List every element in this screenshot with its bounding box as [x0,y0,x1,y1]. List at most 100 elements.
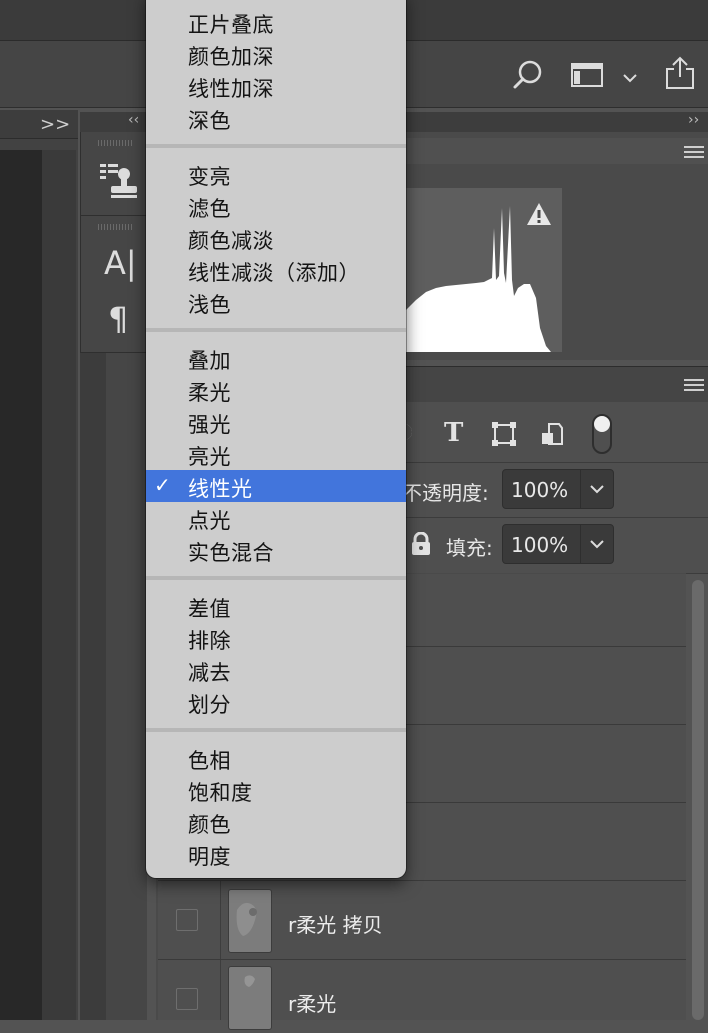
panel-grip[interactable] [98,224,134,230]
blend-mode-item[interactable]: 浅色 [146,286,406,318]
opacity-label: 不透明度: [402,481,489,505]
blend-mode-item[interactable]: 亮光 [146,438,406,470]
blend-mode-item[interactable]: 深色 [146,102,406,134]
blend-mode-item[interactable]: 强光 [146,406,406,438]
blend-mode-label: 实色混合 [188,541,274,565]
blend-mode-label: 柔光 [188,381,231,405]
blend-mode-label: 变亮 [188,165,231,189]
expand-left-button[interactable]: ‹‹ [128,112,139,128]
fill-label: 填充: [446,536,493,560]
blend-mode-label: 强光 [188,413,231,437]
collapse-panels-button[interactable]: >> [40,114,70,135]
blend-mode-label: 饱和度 [188,781,253,805]
blend-mode-label: 划分 [188,693,231,717]
share-icon[interactable] [664,55,696,95]
canvas-gutter [42,150,76,1020]
layer-row-divider [220,881,221,959]
collapse-right-button[interactable]: ›› [688,112,699,128]
opacity-dropdown[interactable] [580,470,613,508]
clone-source-icon[interactable] [98,160,138,204]
blend-mode-item[interactable]: 颜色加深 [146,38,406,70]
document-canvas[interactable] [0,150,42,1020]
paragraph-panel-icon[interactable]: ¶ [108,300,128,338]
layer-name: r柔光 [288,992,337,1016]
blend-mode-item[interactable]: 正片叠底 [146,6,406,38]
blend-mode-label: 线性光 [188,477,253,501]
warning-icon[interactable] [526,202,552,230]
blend-mode-item[interactable]: 颜色 [146,806,406,838]
blend-mode-item[interactable]: 叠加 [146,342,406,374]
blend-mode-item[interactable]: 线性减淡（添加） [146,254,406,286]
blend-mode-item[interactable]: 变亮 [146,158,406,190]
blend-mode-item[interactable]: 差值 [146,590,406,622]
blend-mode-item[interactable]: 划分 [146,686,406,718]
layer-row[interactable]: r柔光 [158,960,686,1030]
fill-row: 填充: 100% [406,518,708,574]
blend-mode-item[interactable]: 实色混合 [146,534,406,566]
blend-mode-item[interactable]: 饱和度 [146,774,406,806]
blend-mode-item[interactable]: 柔光 [146,374,406,406]
lock-icon[interactable] [410,531,432,560]
layer-row-divider [220,960,221,1020]
shape-filter-icon[interactable] [492,422,516,450]
menu-separator [146,144,406,148]
blend-mode-item[interactable]: 线性加深 [146,70,406,102]
panel-menu-icon[interactable] [684,146,704,158]
blend-mode-label: 颜色加深 [188,45,274,69]
opacity-field[interactable]: 100% [502,469,614,509]
blend-mode-label: 点光 [188,509,231,533]
blend-mode-item[interactable]: 滤色 [146,190,406,222]
blend-mode-label: 差值 [188,597,231,621]
layer-thumbnail[interactable] [228,966,272,1030]
panel-gutter [80,353,106,1020]
blend-mode-menu: 正片叠底颜色加深线性加深深色变亮 滤色颜色减淡线性减淡（添加） 浅色叠加柔光强光亮光… [146,0,406,878]
blend-mode-item-selected[interactable]: ✓ 线性光 [146,470,406,502]
character-panel-icon[interactable]: A| [104,244,137,282]
blend-mode-label: 减去 [188,661,231,685]
menu-separator [146,328,406,332]
blend-mode-label: 浅色 [188,293,231,317]
blend-mode-label: 明度 [188,845,231,869]
blend-mode-label: 线性减淡（添加） [188,261,360,285]
blend-mode-label: 排除 [188,629,231,653]
panel-divider [80,215,146,216]
blend-mode-label: 亮光 [188,445,231,469]
opacity-row: 不透明度: 100% [402,463,708,518]
layer-name: r柔光 拷贝 [288,913,383,937]
checkmark-icon: ✓ [154,473,171,497]
layer-filter-bar: T [396,402,708,463]
blend-mode-label: 线性加深 [188,77,274,101]
type-filter-icon[interactable]: T [444,418,463,448]
filter-toggle-switch[interactable] [592,414,612,458]
opacity-value[interactable]: 100% [511,478,568,502]
layer-visibility-toggle[interactable] [176,909,198,931]
left-panel-header: >> [0,110,78,139]
layer-visibility-toggle[interactable] [176,988,198,1010]
blend-mode-item[interactable]: 点光 [146,502,406,534]
blend-mode-label: 正片叠底 [188,13,274,37]
panel-grip[interactable] [98,140,134,146]
layers-panel-header [406,366,708,403]
blend-mode-item[interactable]: 明度 [146,838,406,870]
blend-mode-label: 色相 [188,749,231,773]
fill-value[interactable]: 100% [511,533,568,557]
blend-mode-label: 深色 [188,109,231,133]
fill-dropdown[interactable] [580,525,613,563]
blend-mode-item[interactable]: 排除 [146,622,406,654]
blend-mode-label: 颜色 [188,813,231,837]
blend-mode-item[interactable]: 颜色减淡 [146,222,406,254]
blend-mode-item[interactable]: 减去 [146,654,406,686]
blend-mode-label: 叠加 [188,349,231,373]
workspace-icon[interactable] [570,61,606,93]
layer-row[interactable]: r柔光 拷贝 [158,881,686,960]
blend-mode-item[interactable]: 色相 [146,742,406,774]
layers-scrollbar[interactable] [692,580,704,1020]
search-icon[interactable] [512,59,544,95]
layer-thumbnail[interactable] [228,889,272,953]
fill-field[interactable]: 100% [502,524,614,564]
blend-mode-label: 颜色减淡 [188,229,274,253]
panel-menu-icon[interactable] [684,379,704,391]
smart-object-filter-icon[interactable] [540,422,564,450]
chevron-down-icon[interactable] [622,69,638,88]
right-panel-header: ›› [406,112,708,132]
